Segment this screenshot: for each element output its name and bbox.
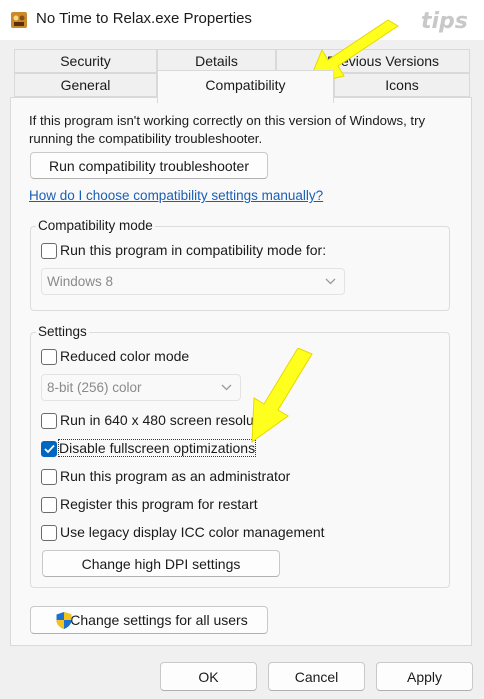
uac-shield-icon (56, 612, 72, 629)
reduced-color-checkbox[interactable] (41, 349, 57, 365)
change-dpi-button[interactable]: Change high DPI settings (42, 550, 280, 577)
chevron-down-icon (325, 278, 336, 284)
disable-fullscreen-label: Disable fullscreen optimizations (57, 439, 257, 457)
color-depth-select[interactable]: 8-bit (256) color (41, 374, 241, 401)
register-restart-label: Register this program for restart (60, 496, 258, 512)
compat-help-link[interactable]: How do I choose compatibility settings m… (29, 188, 323, 203)
checkmark-icon (44, 444, 55, 454)
compat-mode-checkbox-label: Run this program in compatibility mode f… (60, 242, 327, 258)
tab-strip: Security Details Previous Versions Gener… (0, 40, 484, 103)
window-title: No Time to Relax.exe Properties (36, 10, 252, 27)
run-640-label: Run in 640 x 480 screen resolution (60, 412, 277, 428)
run-as-admin-label: Run this program as an administrator (60, 468, 291, 484)
compatibility-mode-label: Compatibility mode (36, 218, 155, 233)
compat-mode-checkbox[interactable] (41, 243, 57, 259)
compat-os-value: Windows 8 (47, 274, 114, 289)
color-depth-value: 8-bit (256) color (47, 380, 142, 395)
svg-text:tips: tips (421, 9, 468, 34)
cancel-button[interactable]: Cancel (268, 662, 365, 691)
ok-button[interactable]: OK (160, 662, 257, 691)
app-icon (11, 12, 27, 28)
title-bar: No Time to Relax.exe Properties tips (0, 0, 484, 40)
change-all-users-button[interactable]: Change settings for all users (30, 606, 268, 634)
legacy-icc-label: Use legacy display ICC color management (60, 524, 325, 540)
legacy-icc-checkbox[interactable] (41, 525, 57, 541)
reduced-color-label: Reduced color mode (60, 348, 190, 364)
run-troubleshooter-button[interactable]: Run compatibility troubleshooter (30, 152, 268, 179)
tips-logo: tips (421, 9, 468, 34)
settings-label: Settings (36, 324, 89, 339)
compat-os-select[interactable]: Windows 8 (41, 268, 345, 295)
compatibility-description: If this program isn't working correctly … (29, 113, 426, 146)
tab-compatibility[interactable]: Compatibility (157, 70, 334, 103)
apply-button[interactable]: Apply (376, 662, 473, 691)
disable-fullscreen-checkbox[interactable] (41, 441, 57, 457)
run-640-checkbox[interactable] (41, 413, 57, 429)
tab-general[interactable]: General (14, 73, 157, 97)
register-restart-checkbox[interactable] (41, 497, 57, 513)
change-all-users-label: Change settings for all users (70, 612, 248, 628)
tab-security[interactable]: Security (14, 49, 157, 73)
run-as-admin-checkbox[interactable] (41, 469, 57, 485)
chevron-down-icon (221, 384, 232, 390)
tab-icons[interactable]: Icons (334, 73, 470, 97)
